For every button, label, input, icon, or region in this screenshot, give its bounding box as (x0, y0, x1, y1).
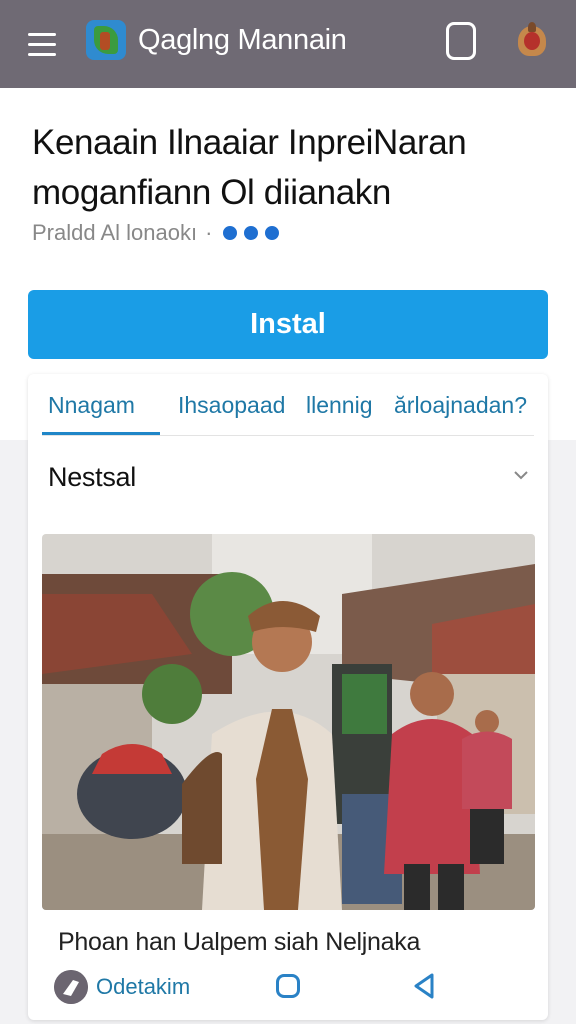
menu-icon[interactable] (28, 26, 64, 62)
tab-indicator (42, 432, 160, 435)
headline-line-1: Kenaain Ilnaaiar InpreiNaran (32, 123, 467, 162)
author-name[interactable]: Odetakim (96, 974, 190, 1000)
article-photo (42, 534, 535, 910)
author-avatar-icon (54, 970, 88, 1004)
tab-1[interactable]: Ihsaopaad (178, 392, 285, 419)
article-headline: Kenaain Ilnaaiar InpreiNaran moganfiann … (32, 118, 552, 218)
article-meta: Praldd Al lonaokı · (32, 220, 283, 246)
chevron-down-icon (514, 471, 528, 480)
section-title: Nestsal (48, 462, 136, 492)
app-logo-icon (86, 20, 126, 60)
tab-3[interactable]: ărloajnadan? (394, 392, 527, 419)
meta-author: Praldd Al lonaokı (32, 220, 198, 245)
photo-caption: Phoan han Ualpem siah Neljnaka (58, 928, 421, 956)
tab-bar: Nnagam Ihsaopaad llennig ărloajnadan? (42, 386, 534, 436)
content-card: Nnagam Ihsaopaad llennig ărloajnadan? Ne… (28, 374, 548, 1020)
app-title: Qaglng Mannain (138, 24, 347, 56)
phone-icon[interactable] (446, 22, 476, 60)
tab-0[interactable]: Nnagam (48, 392, 135, 419)
card-footer: Odetakim (28, 970, 548, 1010)
verified-badge-icon (220, 223, 283, 243)
section-header[interactable]: Nestsal (28, 450, 548, 504)
app-header: Qaglng Mannain (0, 0, 576, 88)
home-square-icon[interactable] (276, 974, 300, 998)
headline-line-2: moganfiann Ol diianakn (32, 173, 391, 212)
back-triangle-icon[interactable] (412, 972, 436, 1000)
meta-separator: · (205, 220, 213, 245)
install-button[interactable]: Instal (28, 290, 548, 359)
emblem-icon[interactable] (514, 20, 550, 60)
tab-2[interactable]: llennig (306, 392, 373, 419)
photo-illustration (42, 534, 535, 910)
